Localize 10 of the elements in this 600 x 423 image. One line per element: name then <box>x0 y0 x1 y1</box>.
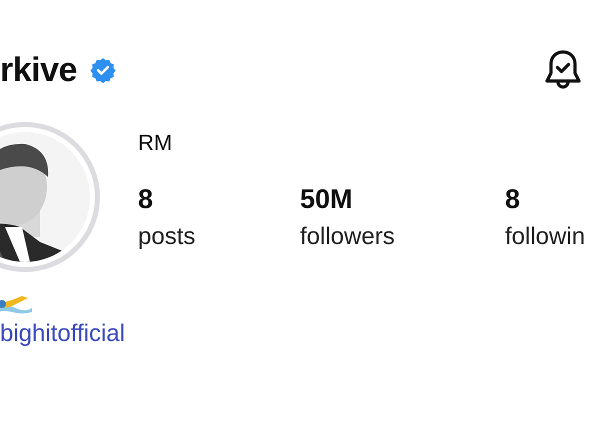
stat-count: 8 <box>505 184 522 215</box>
profile-username: rkive <box>0 50 77 90</box>
stat-count: 8 <box>138 184 154 215</box>
swimmer-icon <box>0 294 32 314</box>
website-link[interactable]: bighitofficial <box>0 320 125 348</box>
stat-label: followin <box>505 223 586 251</box>
stat-label: followers <box>300 223 396 251</box>
stat-count: 50M <box>300 184 354 215</box>
stat-label: posts <box>138 223 196 251</box>
profile-name: RM <box>138 130 174 156</box>
